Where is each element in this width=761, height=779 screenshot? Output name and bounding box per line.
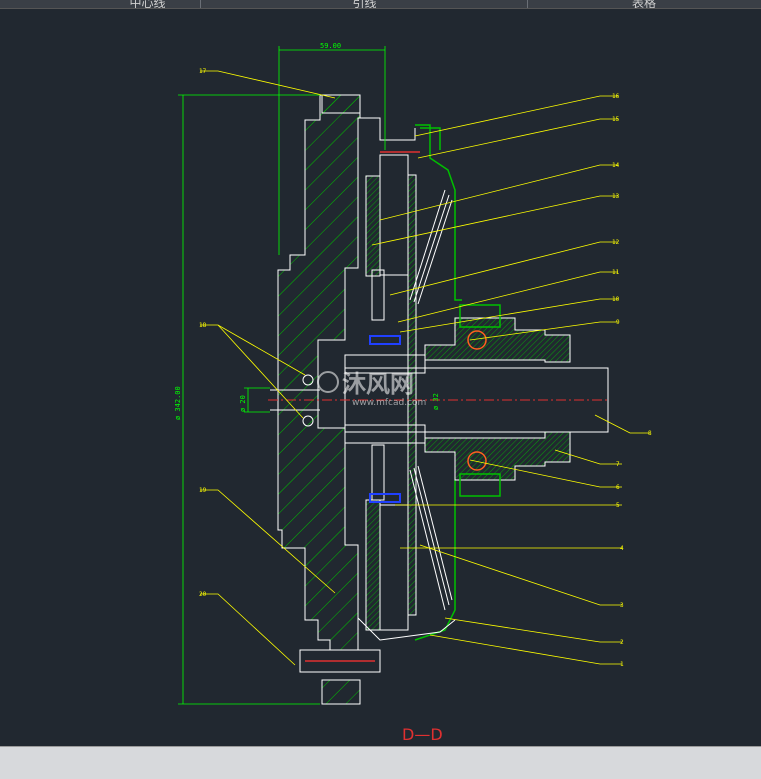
- part-label-18: 18: [199, 322, 207, 329]
- part-label-2: 2: [620, 639, 624, 646]
- part-label-14: 14: [612, 162, 620, 169]
- dim-top-width: 59.00: [320, 42, 341, 50]
- watermark-text: 沐风网: [342, 370, 414, 398]
- part-label-10: 10: [612, 296, 620, 303]
- part-label-19: 19: [199, 487, 207, 494]
- top-toolbar: 中心线 引线 表格: [0, 0, 761, 9]
- clutch-section-drawing: 59.00 ø 342.00 ø 20 ø 32 1 2 3 4 5 6 7 8: [174, 42, 652, 744]
- part-label-12: 12: [612, 239, 620, 246]
- part-label-3: 3: [620, 602, 624, 609]
- part-label-6: 6: [616, 484, 620, 491]
- view-title: D—D: [402, 725, 443, 744]
- tab-centerline[interactable]: 中心线: [95, 0, 201, 8]
- part-label-5: 5: [616, 502, 620, 509]
- part-label-20: 20: [199, 591, 207, 598]
- part-label-4: 4: [620, 545, 624, 552]
- part-label-15: 15: [612, 116, 620, 123]
- tab-leader[interactable]: 引线: [202, 0, 528, 8]
- status-bar: [0, 746, 761, 779]
- dim-shaft-diameter: ø 32: [432, 393, 440, 410]
- part-label-13: 13: [612, 193, 620, 200]
- part-label-7: 7: [616, 461, 620, 468]
- part-label-1: 1: [620, 661, 624, 668]
- dim-overall-diameter: ø 342.00: [174, 386, 182, 420]
- part-label-11: 11: [612, 269, 620, 276]
- tab-table[interactable]: 表格: [528, 0, 760, 8]
- dim-bore-diameter: ø 20: [239, 395, 247, 412]
- watermark: 沐风网 www.mfcad.com: [317, 370, 426, 408]
- drawing-canvas[interactable]: 59.00 ø 342.00 ø 20 ø 32 1 2 3 4 5 6 7 8: [0, 9, 761, 746]
- watermark-url: www.mfcad.com: [352, 398, 426, 408]
- part-label-9: 9: [616, 319, 620, 326]
- part-label-17: 17: [199, 68, 207, 75]
- part-label-16: 16: [612, 93, 620, 100]
- part-label-8: 8: [648, 430, 652, 437]
